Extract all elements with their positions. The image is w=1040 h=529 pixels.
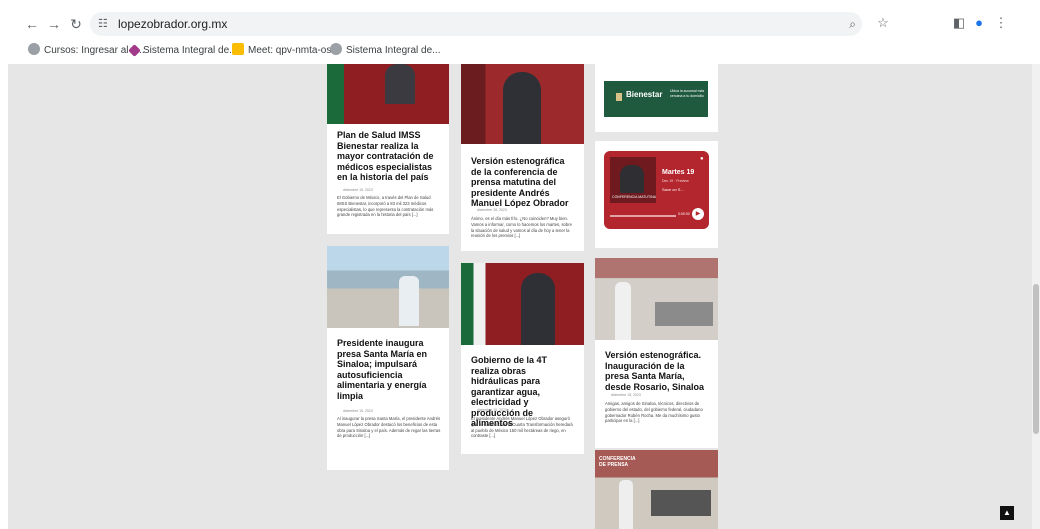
article-date: diciembre 15, 2023: [477, 408, 507, 412]
article-excerpt: Ánimo, es el día más frío. ¿No coinciden…: [471, 216, 572, 239]
bienestar-tagline: Ubica la sucursal más cercana a tu domic…: [670, 89, 705, 98]
forward-arrow-icon[interactable]: →: [44, 14, 64, 34]
bookmark-label: Meet: qpv-nmta-osh: [248, 45, 337, 56]
site-info-icon[interactable]: ☷: [98, 12, 108, 36]
conference-sign: CONFERENCIA DE PRENSA: [599, 456, 636, 468]
bookmark-item[interactable]: Sistema Integral de...: [330, 43, 441, 59]
ad-card[interactable]: Bienestar Ubica la sucursal más cercana …: [595, 64, 718, 132]
page-viewport: Plan de Salud IMSS Bienestar realiza la …: [8, 64, 1032, 529]
article-excerpt: Al inaugurar la presa Santa María, el pr…: [337, 416, 441, 439]
globe-icon: [330, 43, 342, 55]
article-image[interactable]: [327, 64, 449, 124]
meet-icon: [232, 43, 244, 55]
bookmark-item[interactable]: Meet: qpv-nmta-osh: [232, 43, 337, 59]
article-title[interactable]: Versión estenográfica. Inauguración de l…: [605, 350, 710, 392]
podcast-time: 0:00:30: [678, 212, 690, 216]
browser-window: ← → ↻ ☷ lopezobrador.org.mx ⌕ ☆ ◧ ● ⋮ Cu…: [8, 8, 1040, 529]
spotify-icon: ●: [700, 156, 704, 162]
article-title[interactable]: Plan de Salud IMSS Bienestar realiza la …: [337, 130, 441, 183]
star-icon[interactable]: ☆: [874, 14, 892, 32]
bookmark-item[interactable]: Cursos: Ingresar al s...: [28, 43, 145, 59]
audience-figure: [651, 490, 711, 516]
reload-icon[interactable]: ↻: [66, 14, 86, 34]
person-figure: [385, 64, 415, 104]
podcast-embed-card[interactable]: CONFERENCIA MATUTINA Martes 19 Dec 19 · …: [595, 141, 718, 248]
article-date: diciembre 15, 2023: [343, 409, 373, 413]
back-to-top-button[interactable]: ▲: [1000, 506, 1014, 520]
article-excerpt: El Gobierno de México, a través del Plan…: [337, 195, 434, 218]
side-panel-icon[interactable]: ◧: [950, 14, 968, 32]
bookmark-label: Sistema Integral de...: [346, 45, 441, 56]
person-figure: [615, 282, 631, 340]
browser-toolbar: ← → ↻ ☷ lopezobrador.org.mx ⌕ ☆ ◧ ● ⋮: [8, 8, 1040, 38]
person-figure: [619, 480, 633, 529]
article-excerpt: Amigas, amigos de Sinaloa, técnicos, dir…: [605, 401, 703, 424]
article-card[interactable]: Versión estenográfica. Inauguración de l…: [595, 258, 718, 448]
purple-diamond-icon: [128, 44, 141, 57]
bienestar-logo: Bienestar: [626, 90, 663, 99]
person-figure: [521, 273, 555, 345]
url-text: lopezobrador.org.mx: [118, 17, 228, 31]
bienestar-banner[interactable]: Bienestar Ubica la sucursal más cercana …: [604, 81, 708, 117]
bookmark-item[interactable]: Sistema Integral de...: [128, 43, 238, 59]
zoom-icon[interactable]: ⌕: [849, 12, 856, 36]
page-scrollbar[interactable]: [1032, 64, 1040, 529]
person-figure: [399, 276, 419, 326]
article-title[interactable]: Versión estenográfica de la conferencia …: [471, 156, 576, 209]
article-date: diciembre 15, 2023: [611, 393, 641, 397]
audience-figure: [655, 302, 713, 326]
article-title[interactable]: Presidente inaugura presa Santa María en…: [337, 338, 441, 401]
progress-track[interactable]: [610, 215, 676, 217]
bookmark-label: Sistema Integral de...: [143, 45, 238, 56]
podcast-artwork: CONFERENCIA MATUTINA: [610, 157, 656, 203]
dam-banner: [595, 258, 718, 278]
person-figure: [620, 165, 644, 193]
play-icon[interactable]: ▶: [692, 208, 704, 220]
person-figure: [503, 72, 541, 144]
article-image[interactable]: [327, 246, 449, 328]
article-date: diciembre 15, 2023: [343, 188, 373, 192]
back-arrow-icon[interactable]: ←: [22, 14, 42, 34]
podcast-artwork-label: CONFERENCIA MATUTINA: [612, 195, 656, 199]
menu-kebab-icon[interactable]: ⋮: [992, 14, 1010, 32]
article-card[interactable]: Gobierno de la 4T realiza obras hidráuli…: [461, 263, 584, 454]
article-excerpt: El presidente Andrés Manuel López Obrado…: [471, 416, 573, 439]
article-image[interactable]: [595, 258, 718, 340]
address-bar[interactable]: ☷ lopezobrador.org.mx ⌕: [90, 12, 862, 36]
bookmarks-bar: Cursos: Ingresar al s... Sistema Integra…: [8, 38, 1040, 65]
article-card[interactable]: CONFERENCIA DE PRENSA: [595, 450, 718, 529]
scrollbar-thumb[interactable]: [1033, 284, 1039, 434]
profile-icon[interactable]: ●: [970, 14, 988, 32]
article-card[interactable]: Versión estenográfica de la conferencia …: [461, 64, 584, 251]
article-card[interactable]: Plan de Salud IMSS Bienestar realiza la …: [327, 64, 449, 234]
article-date: diciembre 15, 2023: [477, 208, 507, 212]
podcast-save-button[interactable]: Save on S...: [662, 187, 684, 192]
article-image[interactable]: [461, 64, 584, 144]
article-card[interactable]: Presidente inaugura presa Santa María en…: [327, 246, 449, 470]
podcast-title: Martes 19: [662, 169, 695, 176]
bienestar-logo-icon: [616, 93, 622, 101]
podcast-player[interactable]: CONFERENCIA MATUTINA Martes 19 Dec 19 · …: [604, 151, 709, 229]
article-image[interactable]: CONFERENCIA DE PRENSA: [595, 450, 718, 529]
globe-icon: [28, 43, 40, 55]
podcast-subtitle: Dec 19 · Preview: [662, 179, 689, 183]
article-image[interactable]: [461, 263, 584, 345]
